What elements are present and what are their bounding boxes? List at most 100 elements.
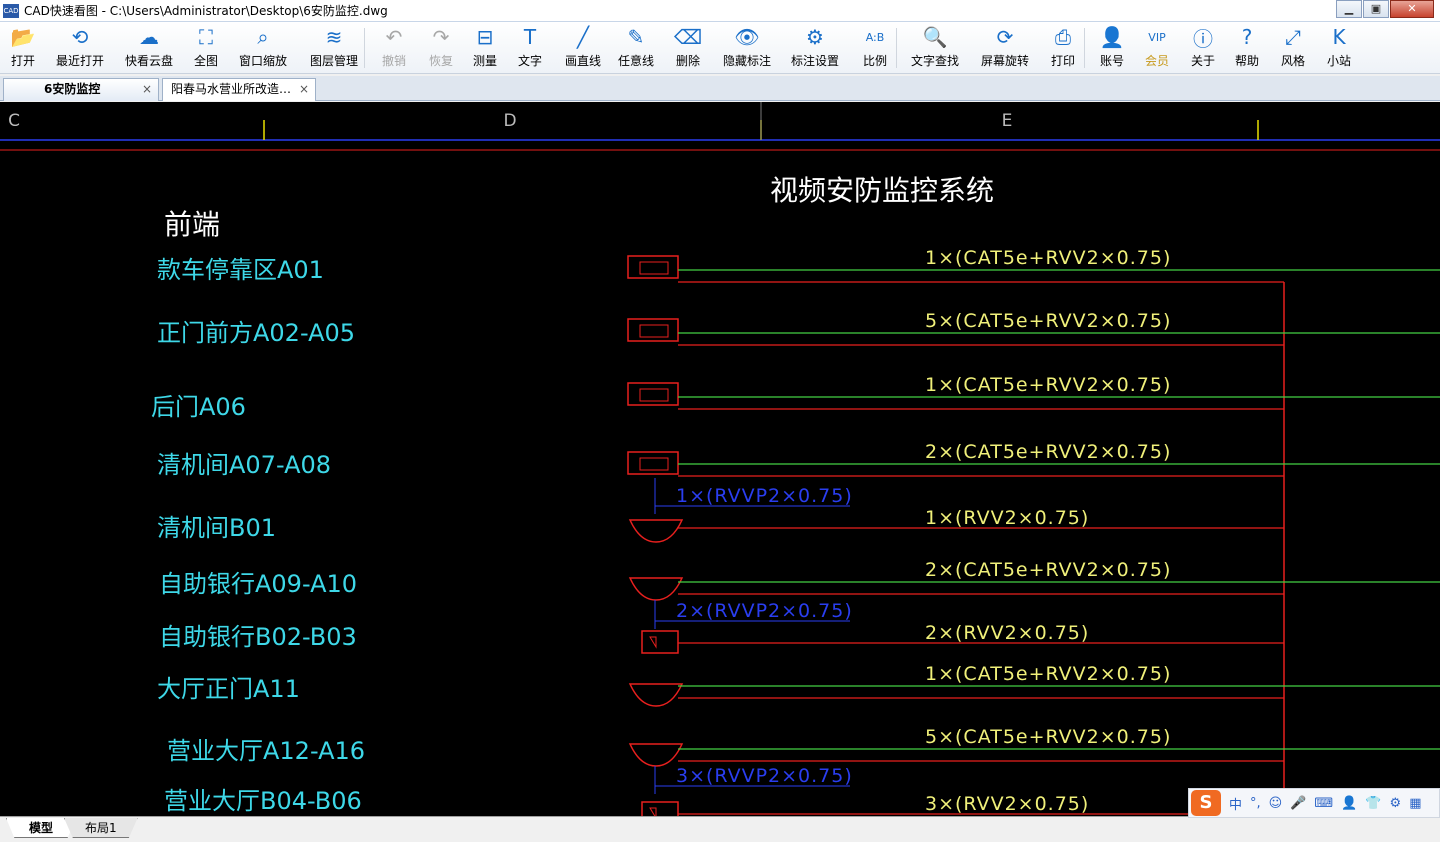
ime-punct-icon[interactable]: °, (1250, 796, 1261, 811)
camera-icon (627, 318, 679, 342)
row-label: 清机间A07-A08 (157, 451, 331, 479)
draw-line-icon: ╱ (576, 25, 590, 49)
drawing-canvas[interactable]: C D E 视频安防监控系统 前端 款车停靠区A01 1×(CAT5e+RVV2×0.75)… (0, 102, 1440, 816)
rotate-screen-button[interactable]: ⟳ 屏幕旋转 (966, 22, 1044, 74)
cable-spec: 2×(CAT5e+RVV2×0.75) (925, 441, 1171, 463)
camera-icon (627, 255, 679, 279)
tab-layout1[interactable]: 布局1 (64, 818, 138, 838)
cloud-button[interactable]: ☁ 快看云盘 (112, 22, 186, 74)
ime-lang-toggle[interactable]: 中 (1229, 794, 1242, 813)
ime-toolbar[interactable]: S 中 °, ☺ 🎤 ⌨ 👤 👕 ⚙ ▦ (1188, 788, 1440, 818)
camera-lens-icon (639, 388, 669, 402)
layer-manage-button[interactable]: ≋ 图层管理 (296, 22, 372, 74)
print-label: 打印 (1050, 54, 1075, 68)
draw-line-button[interactable]: ╱ 画直线 (554, 22, 612, 74)
window-zoom-label: 窗口缩放 (238, 54, 287, 68)
row-label: 正门前方A02-A05 (157, 319, 355, 347)
open-icon: 📂 (10, 25, 36, 49)
text-button[interactable]: T 文字 (506, 22, 554, 74)
ime-skin-icon[interactable]: 👕 (1365, 796, 1381, 811)
close-tab-icon[interactable]: × (142, 79, 152, 100)
ime-keyboard-icon[interactable]: ⌨ (1314, 796, 1333, 811)
layout-tab-bar: 模型 布局1 (0, 816, 1440, 842)
undo-icon: ↶ (385, 25, 403, 49)
sogou-logo-icon[interactable]: S (1191, 790, 1221, 816)
recent-open-button[interactable]: ⟲ 最近打开 (44, 22, 116, 74)
full-view-icon: ⛶ (199, 25, 213, 49)
title-bar: CAD CAD快速看图 - C:\Users\Administrator\Des… (0, 0, 1440, 22)
row-label: 后门A06 (151, 393, 246, 421)
open-button[interactable]: 📂 打开 (0, 22, 46, 74)
text-search-label: 文字查找 (910, 54, 959, 68)
minimize-button[interactable]: ▁ (1336, 0, 1362, 18)
undo-label: 撤销 (381, 54, 406, 68)
full-view-button[interactable]: ⛶ 全图 (182, 22, 230, 74)
measure-icon: ⊟ (476, 25, 494, 49)
pickup-icon (641, 630, 679, 654)
print-icon: ⎙ (1055, 25, 1071, 49)
layer-manage-label: 图层管理 (309, 54, 358, 68)
redo-label: 恢复 (428, 54, 453, 68)
maximize-button[interactable]: ▣ (1363, 0, 1389, 18)
site-button[interactable]: K 小站 (1316, 22, 1362, 74)
close-tab-icon[interactable]: × (299, 79, 309, 100)
cable-spec: 1×(CAT5e+RVV2×0.75) (925, 374, 1171, 396)
style-label: 风格 (1280, 54, 1305, 68)
dome-camera-icon (628, 683, 684, 707)
dome-camera-icon (628, 577, 684, 601)
undo-button[interactable]: ↶ 撤销 (370, 22, 418, 74)
ime-grid-icon[interactable]: ▦ (1409, 796, 1421, 811)
delete-button[interactable]: ⌫ 删除 (660, 22, 716, 74)
cad-drawing: C D E 视频安防监控系统前端款车停靠区A01 1×(CAT5e+RVV2×0.75)… (0, 102, 1440, 816)
redo-icon: ↷ (432, 25, 450, 49)
account-label: 账号 (1099, 54, 1124, 68)
help-icon: ? (1241, 25, 1253, 49)
ime-emoji-icon[interactable]: ☺ (1269, 796, 1283, 811)
camera-icon (627, 451, 679, 475)
row-label: 自助银行A09-A10 (159, 570, 357, 598)
camera-icon (627, 382, 679, 406)
rotate-screen-icon: ⟳ (996, 25, 1014, 49)
site-icon: K (1332, 25, 1346, 49)
account-button[interactable]: 👤 账号 (1090, 22, 1134, 74)
site-label: 小站 (1326, 54, 1351, 68)
print-button[interactable]: ⎙ 打印 (1040, 22, 1086, 74)
cable-spec: 2×(RVV2×0.75) (925, 622, 1089, 644)
about-button[interactable]: ⓘ 关于 (1180, 22, 1226, 74)
window-zoom-button[interactable]: ⌕ 窗口缩放 (230, 22, 296, 74)
scale-icon: A:B (865, 30, 885, 44)
sub-cable-spec: 1×(RVVP2×0.75) (676, 485, 853, 507)
style-icon: ⤢ (1285, 25, 1301, 49)
ime-voice-icon[interactable]: 🎤 (1290, 796, 1306, 811)
scale-button[interactable]: A:B 比例 (848, 22, 902, 74)
help-button[interactable]: ? 帮助 (1224, 22, 1270, 74)
text-search-button[interactable]: 🔍 文字查找 (900, 22, 970, 74)
annotation-settings-button[interactable]: ⚙ 标注设置 (780, 22, 850, 74)
hide-annotation-button[interactable]: 👁 隐藏标注 (714, 22, 780, 74)
cable-spec: 3×(RVV2×0.75) (925, 793, 1089, 815)
style-button[interactable]: ⤢ 风格 (1270, 22, 1316, 74)
dome-camera-icon (628, 743, 684, 767)
doc-tab-second[interactable]: 阳春马水营业所改造… × (162, 78, 316, 101)
pickup-icon (641, 801, 679, 816)
redo-button[interactable]: ↷ 恢复 (418, 22, 464, 74)
member-button[interactable]: VIP 会员 (1134, 22, 1180, 74)
pickup-mark-icon (649, 636, 657, 649)
ime-settings-icon[interactable]: ⚙ (1390, 796, 1402, 811)
measure-button[interactable]: ⊟ 测量 (462, 22, 508, 74)
cloud-icon: ☁ (139, 25, 159, 49)
freehand-icon: ✎ (627, 25, 645, 49)
text-icon: T (523, 25, 537, 49)
ime-user-icon[interactable]: 👤 (1341, 796, 1357, 811)
close-button[interactable]: ✕ (1390, 0, 1434, 18)
app-icon: CAD (3, 3, 19, 18)
about-icon: ⓘ (1193, 26, 1213, 51)
freehand-button[interactable]: ✎ 任意线 (606, 22, 666, 74)
doc-tab-label: 阳春马水营业所改造… (171, 82, 292, 96)
camera-lens-icon (639, 457, 669, 471)
grid-column-label: C (8, 111, 20, 131)
doc-tab-active[interactable]: 6安防监控 × (3, 78, 159, 101)
grid-column-label: D (503, 111, 516, 131)
cable-spec: 1×(CAT5e+RVV2×0.75) (925, 247, 1171, 269)
dome-camera-icon (628, 519, 684, 543)
